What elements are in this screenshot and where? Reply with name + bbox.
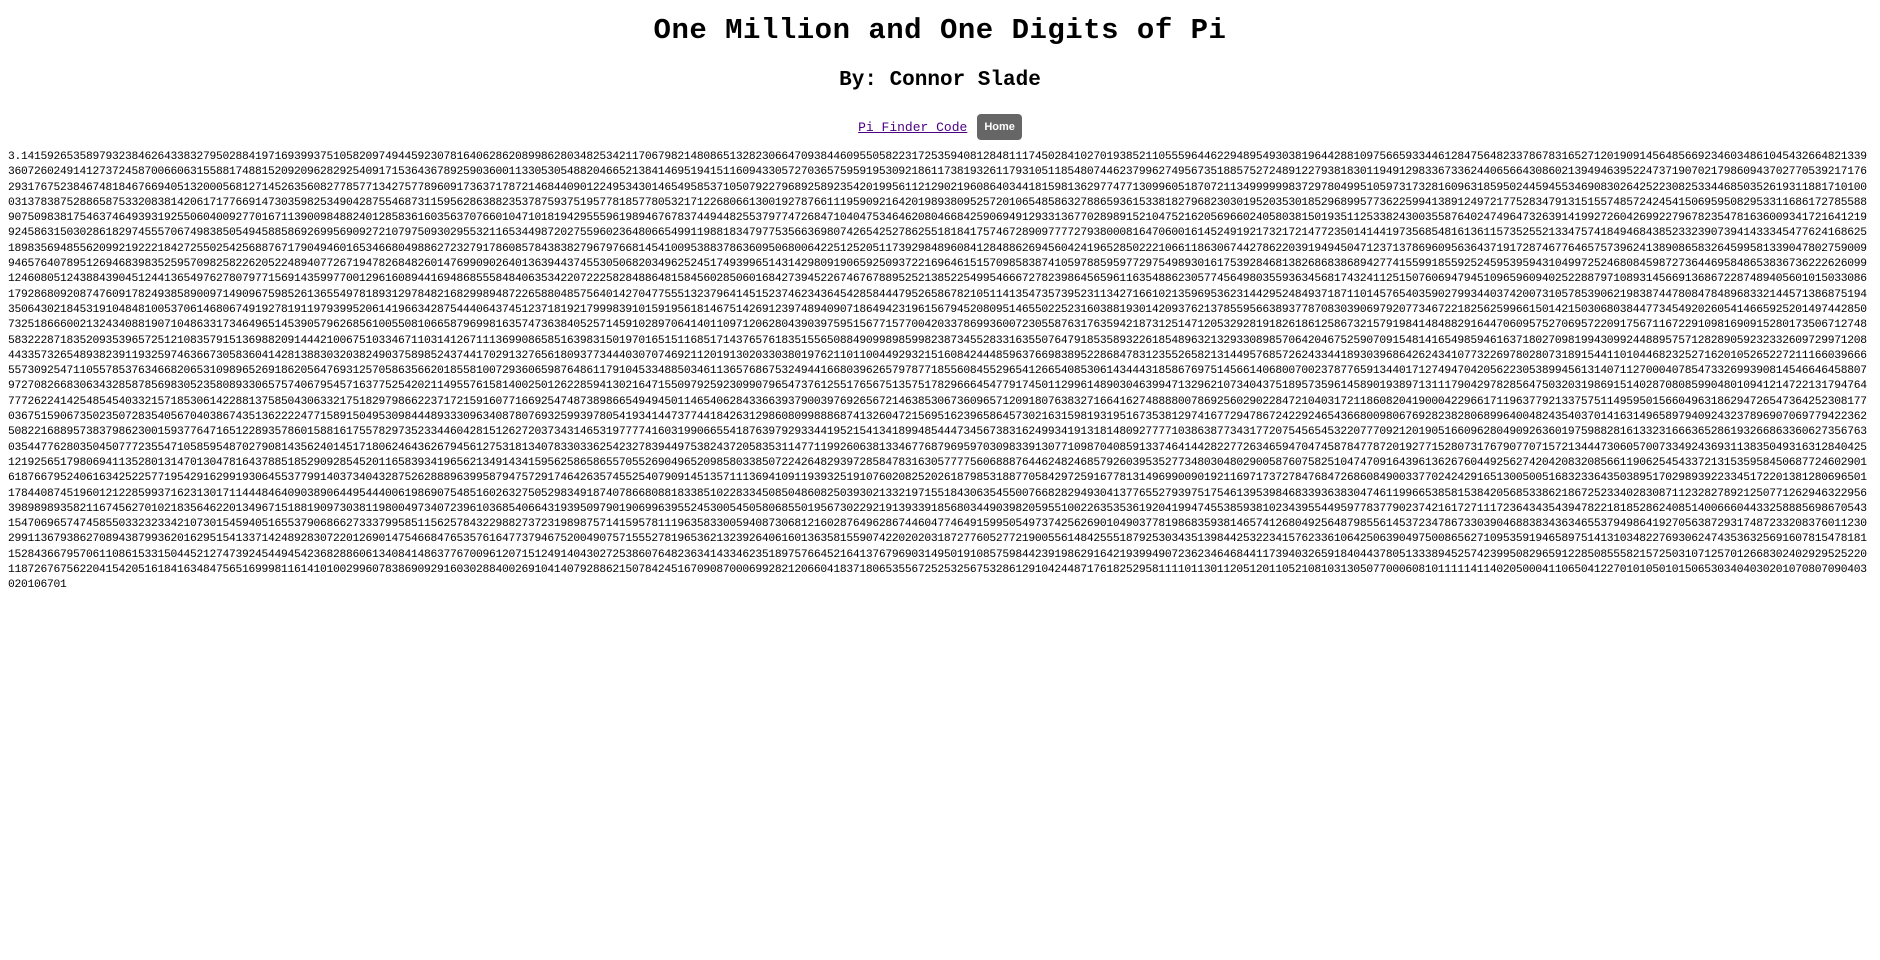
author-byline: By: Connor Slade [839, 69, 1041, 92]
nav-bar: Pi Finder Code Home [0, 114, 1880, 140]
pi-finder-code-link[interactable]: Pi Finder Code [858, 120, 967, 135]
page-title: One Million and One Digits of Pi [653, 14, 1227, 47]
home-button[interactable]: Home [977, 114, 1022, 140]
page-header: One Million and One Digits of Pi By: Con… [0, 0, 1880, 140]
pi-digits-text: 3.14159265358979323846264338327950288419… [8, 151, 1867, 592]
